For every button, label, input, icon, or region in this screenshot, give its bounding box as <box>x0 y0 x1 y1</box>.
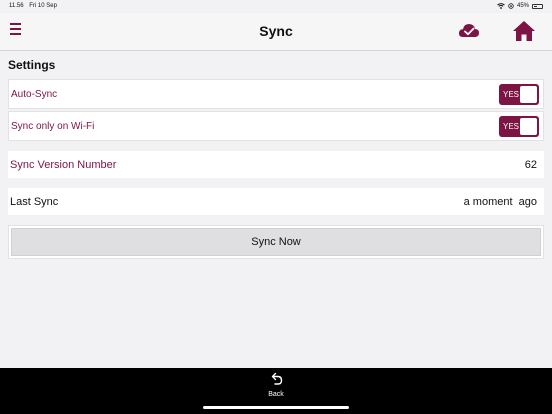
status-time: 11.56 <box>9 3 24 9</box>
back-label: Back <box>268 391 284 398</box>
wifi-only-row: Sync only on Wi-Fi YES <box>8 111 544 141</box>
last-sync-value: a moment ago <box>463 196 537 208</box>
sync-version-label: Sync Version Number <box>10 159 117 171</box>
sync-now-container: Sync Now <box>8 225 544 259</box>
cloud-check-icon <box>458 24 480 37</box>
back-arrow-icon <box>271 372 283 385</box>
sync-now-button[interactable]: Sync Now <box>11 228 541 256</box>
toggle-state-text: YES <box>503 122 520 131</box>
status-left: 11.56 Fri 10 Sep <box>9 3 57 9</box>
cloud-sync-button[interactable] <box>458 21 480 39</box>
status-right: 45% <box>497 3 543 9</box>
nav-bar: Sync <box>0 13 552 51</box>
auto-sync-label: Auto-Sync <box>11 89 58 100</box>
home-indicator[interactable] <box>203 406 349 409</box>
home-icon <box>513 21 535 41</box>
status-bar: 11.56 Fri 10 Sep 45% <box>0 0 552 13</box>
section-title-settings: Settings <box>8 58 56 72</box>
sync-version-value: 62 <box>524 159 537 171</box>
back-button[interactable]: Back <box>256 372 296 402</box>
toggle-knob <box>520 86 537 103</box>
last-sync-label: Last Sync <box>10 196 59 208</box>
toggle-knob <box>520 118 537 135</box>
rotation-lock-icon <box>508 3 514 9</box>
battery-percent: 45% <box>516 3 529 9</box>
toggle-state-text: YES <box>503 90 520 99</box>
wifi-only-label: Sync only on Wi-Fi <box>11 121 95 132</box>
wifi-only-toggle[interactable]: YES <box>499 116 539 137</box>
last-sync-row: Last Sync a moment ago <box>8 188 544 215</box>
status-date: Fri 10 Sep <box>29 3 57 9</box>
battery-icon <box>532 3 543 9</box>
sync-version-row: Sync Version Number 62 <box>8 151 544 178</box>
home-button[interactable] <box>512 20 536 42</box>
wifi-icon <box>497 3 505 9</box>
auto-sync-row: Auto-Sync YES <box>8 79 544 109</box>
auto-sync-toggle[interactable]: YES <box>499 84 539 105</box>
